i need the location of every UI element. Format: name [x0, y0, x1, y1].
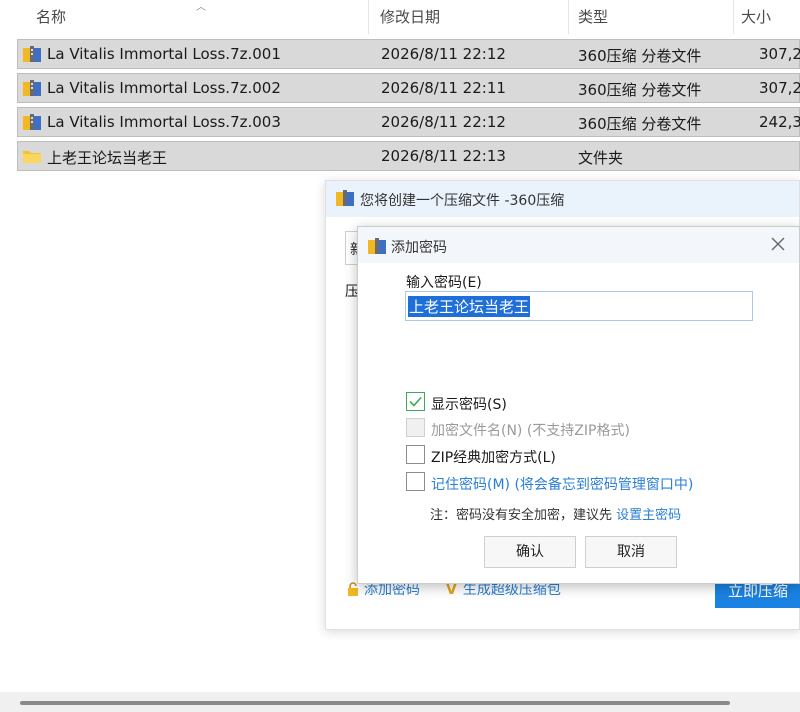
column-header-modified[interactable]: 修改日期 [380, 6, 440, 27]
show-password-label: 显示密码(S) [431, 397, 507, 413]
add-password-label: 添加密码 [364, 582, 420, 598]
archive-icon [368, 238, 386, 254]
file-size: 307,20 [759, 79, 800, 97]
dialog-title-bar[interactable]: 添加密码 [358, 227, 799, 263]
zip-classic-encryption-checkbox[interactable] [406, 445, 425, 464]
horizontal-scrollbar[interactable] [0, 692, 800, 712]
file-type: 360压缩 分卷文件 [578, 81, 702, 99]
dialog-title: 您将创建一个压缩文件 -360压缩 [360, 193, 565, 209]
sort-ascending-icon: ︿ [196, 2, 206, 13]
dialog-title: 添加密码 [391, 240, 447, 256]
archive-icon [23, 46, 41, 62]
archive-icon [23, 80, 41, 96]
lock-icon [348, 582, 358, 596]
file-row[interactable]: 上老王论坛当老王 2026/8/11 22:13 文件夹 [17, 141, 800, 171]
file-name: La Vitalis Immortal Loss.7z.003 [47, 113, 281, 131]
file-type: 文件夹 [578, 149, 624, 167]
show-password-checkbox[interactable] [406, 392, 425, 411]
file-row[interactable]: La Vitalis Immortal Loss.7z.002 2026/8/1… [17, 73, 800, 103]
file-name: La Vitalis Immortal Loss.7z.001 [47, 45, 281, 63]
file-date: 2026/8/11 22:11 [381, 79, 506, 97]
scrollbar-thumb[interactable] [20, 701, 730, 705]
file-size: 242,32 [759, 113, 800, 131]
file-explorer-window: ︿ 名称 修改日期 类型 大小 La Vitalis Immortal Loss… [0, 0, 800, 712]
super-package-label: 生成超级压缩包 [462, 582, 561, 598]
confirm-button[interactable]: 确认 [484, 536, 576, 568]
set-master-password-link[interactable]: 设置主密码 [616, 508, 681, 523]
column-header-name[interactable]: 名称 [36, 6, 66, 27]
file-type: 360压缩 分卷文件 [578, 47, 702, 65]
folder-icon [23, 151, 41, 163]
column-header-size[interactable]: 大小 [741, 6, 771, 27]
encrypt-filenames-label: 加密文件名(N) (不支持ZIP格式) [431, 423, 630, 439]
remember-password-checkbox[interactable] [406, 472, 425, 491]
checkmark-icon [409, 396, 422, 407]
password-value: 上老王论坛当老王 [408, 296, 531, 317]
file-name: 上老王论坛当老王 [47, 149, 168, 167]
file-type: 360压缩 分卷文件 [578, 115, 702, 133]
security-note: 注：密码没有安全加密，建议先 设置主密码 [430, 504, 681, 523]
file-row[interactable]: La Vitalis Immortal Loss.7z.003 2026/8/1… [17, 107, 800, 137]
remember-password-label[interactable]: 记住密码(M) (将会备忘到密码管理窗口中) [431, 474, 693, 494]
cancel-button[interactable]: 取消 [585, 536, 677, 568]
vip-icon: V [446, 582, 457, 598]
security-note-text: 注：密码没有安全加密，建议先 [430, 508, 617, 523]
file-row[interactable]: La Vitalis Immortal Loss.7z.001 2026/8/1… [17, 39, 800, 69]
archive-icon [23, 114, 41, 130]
archive-icon [336, 190, 354, 206]
column-divider[interactable] [568, 0, 569, 34]
password-input-label: 输入密码(E) [406, 275, 482, 291]
file-date: 2026/8/11 22:12 [381, 113, 506, 131]
file-name: La Vitalis Immortal Loss.7z.002 [47, 79, 281, 97]
file-date: 2026/8/11 22:12 [381, 45, 506, 63]
column-header-type[interactable]: 类型 [578, 6, 608, 27]
file-size: 307,20 [759, 45, 800, 63]
encrypt-filenames-checkbox[interactable] [406, 418, 425, 437]
close-icon[interactable] [769, 235, 787, 253]
column-header-row: ︿ 名称 修改日期 类型 大小 [0, 0, 800, 34]
zip-classic-encryption-label: ZIP经典加密方式(L) [431, 450, 556, 466]
password-input[interactable]: 上老王论坛当老王 [405, 291, 753, 321]
column-divider[interactable] [733, 0, 734, 34]
file-date: 2026/8/11 22:13 [381, 147, 506, 165]
column-divider[interactable] [368, 0, 369, 34]
dialog-title-bar[interactable]: 您将创建一个压缩文件 -360压缩 [326, 181, 799, 217]
add-password-dialog: 添加密码 输入密码(E) 上老王论坛当老王 显示密码(S) 加密文件名(N) (… [357, 226, 800, 584]
